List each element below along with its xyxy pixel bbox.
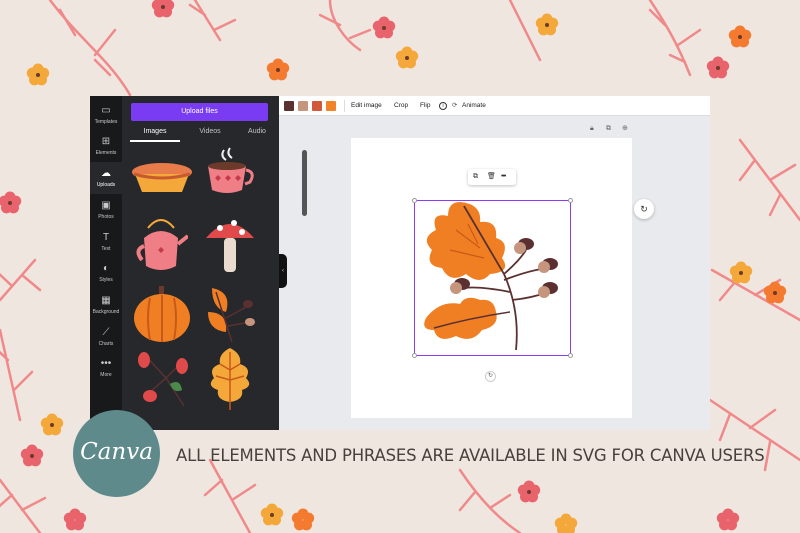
banner-text: ALL ELEMENTS AND PHRASES ARE AVAILABLE I… [176,446,765,465]
tab-videos[interactable]: Videos [185,125,235,141]
info-icon[interactable]: i [439,102,447,110]
thumbnail-teacup[interactable] [202,146,258,198]
color-swatch-4[interactable] [326,101,336,111]
flip-button[interactable]: Flip [420,96,430,116]
crop-button[interactable]: Crop [394,96,408,116]
sidebar-item-charts[interactable]: ⟋ Charts [90,321,122,353]
sidebar-item-photos[interactable]: ▣ Photos [90,194,122,226]
tab-images[interactable]: Images [130,125,180,141]
thumbnail-pie[interactable] [130,158,194,198]
background-pattern-icon: ▦ [101,295,111,306]
color-swatch-2[interactable] [298,101,308,111]
more-dots-icon: ••• [100,358,112,369]
sidebar-item-templates[interactable]: ▭ Templates [90,99,122,131]
thumbnail-rosehip-berries[interactable] [132,348,192,410]
animate-icon: ⟳ [452,102,458,109]
sidebar-item-text[interactable]: T Text [90,226,122,258]
tab-audio[interactable]: Audio [236,125,278,141]
resize-handle-bottom-right[interactable] [568,353,573,358]
sidebar-item-styles[interactable]: ◐ Styles [90,257,122,289]
sidebar-item-elements[interactable]: ⊞ Elements [90,130,122,162]
uploads-panel: Upload files Images Videos Audio [122,96,307,430]
sidebar-item-uploads[interactable]: ☁ Uploads [90,162,122,194]
charts-icon: ⟋ [102,327,110,338]
more-icon[interactable]: ••• [501,169,506,185]
sidebar-rail: ▭ Templates ⊞ Elements ☁ Uploads ▣ Photos TT… [90,96,122,430]
editor-toolbar: Edit image Crop Flip i ⟳ Animate [279,96,710,116]
element-toolbar: ⧉ 🗑︎ ••• [468,169,516,185]
thumbnail-pumpkin[interactable] [132,284,192,344]
resize-handle-top-left[interactable] [412,198,417,203]
lock-icon[interactable]: 🔒︎ [590,125,594,133]
elements-icon: ⊞ [101,136,111,147]
templates-icon: ▭ [101,105,111,116]
panel-scrollbar[interactable] [302,150,307,216]
color-swatch-1[interactable] [284,101,294,111]
trash-icon[interactable]: 🗑︎ [487,169,496,185]
copy-page-icon[interactable]: ⧉ [606,125,611,133]
canva-editor-window: ▭ Templates ⊞ Elements ☁ Uploads ▣ Photos TT… [90,96,710,430]
styles-palette-icon: ◐ [102,263,110,274]
sidebar-item-background[interactable]: ▦ Background [90,289,122,321]
thumbnail-mushroom[interactable] [204,214,256,276]
rotate-handle-icon[interactable]: ↻ [485,371,496,382]
active-tab-indicator [130,140,180,142]
toolbar-divider [344,100,345,112]
animate-button[interactable]: Animate [462,96,486,116]
resize-handle-bottom-left[interactable] [412,353,417,358]
thumbnail-oak-leaf[interactable] [206,346,254,412]
refresh-icon[interactable]: ↻ [634,199,654,219]
duplicate-icon[interactable]: ⧉ [473,169,478,185]
upload-cloud-icon: ☁ [101,168,111,179]
canva-logo: Canva [73,410,160,497]
thumbnail-leaves-acorns[interactable] [202,282,256,346]
resize-handle-top-right[interactable] [568,198,573,203]
sidebar-item-more[interactable]: ••• More [90,352,122,384]
upload-files-button[interactable]: Upload files [131,103,268,121]
text-icon: T [102,232,110,243]
add-page-icon[interactable]: ⊕ [622,125,628,133]
edit-image-button[interactable]: Edit image [351,96,382,116]
thumbnail-teapot[interactable] [134,214,188,276]
selection-box[interactable] [412,198,573,358]
color-swatch-3[interactable] [312,101,322,111]
collapse-panel-handle[interactable]: ‹ [279,254,287,288]
photos-icon: ▣ [101,200,111,211]
